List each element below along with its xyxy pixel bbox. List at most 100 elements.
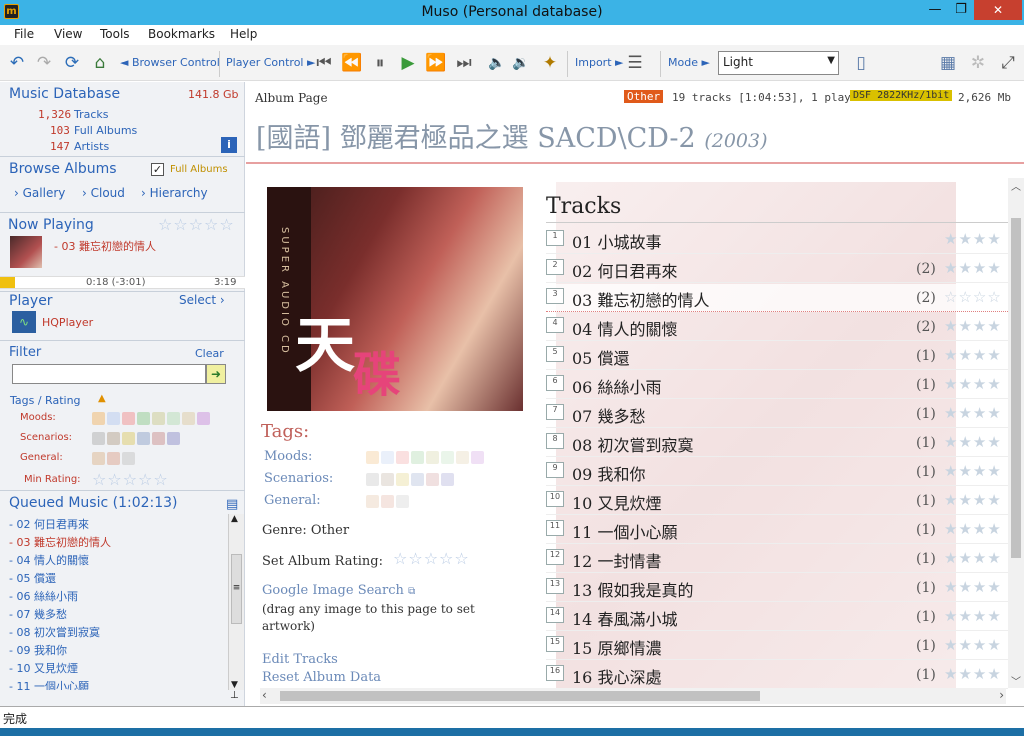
now-playing-thumbnail[interactable] <box>10 236 42 268</box>
track-row[interactable]: 9 09 我和你 (1) ★★★★ <box>546 458 1008 486</box>
track-row[interactable]: 13 13 假如我是真的 (1) ★★★★ <box>546 574 1008 602</box>
maximize-button[interactable]: ❐ <box>948 0 974 20</box>
queue-item[interactable]: - 02 何日君再來 <box>9 516 89 532</box>
album-general-icons[interactable] <box>366 495 411 511</box>
general-icons[interactable] <box>92 452 137 468</box>
track-row[interactable]: 15 15 原鄉情濃 (1) ★★★★ <box>546 632 1008 660</box>
hierarchy-link[interactable]: › Hierarchy <box>141 186 208 200</box>
track-number-box[interactable]: 4 <box>546 317 564 333</box>
thumbs-down-icon[interactable] <box>107 452 120 465</box>
track-number-box[interactable]: 2 <box>546 259 564 275</box>
track-title[interactable]: 07 幾多愁 <box>572 403 645 427</box>
queue-item[interactable]: - 10 又見炊煙 <box>9 660 78 676</box>
track-title[interactable]: 10 又見炊煙 <box>572 490 661 514</box>
device-icon[interactable]: ▯ <box>850 52 872 74</box>
track-number-box[interactable]: 10 <box>546 491 564 507</box>
queue-item[interactable]: - 03 難忘初戀的情人 <box>9 534 111 550</box>
scroll-up-icon[interactable]: ▲ <box>231 514 238 524</box>
gallery-link[interactable]: › Gallery <box>14 186 65 200</box>
browser-control-link[interactable]: ◄ Browser Control <box>120 56 220 69</box>
track-number-box[interactable]: 1 <box>546 230 564 246</box>
thumbs-up-icon[interactable] <box>366 495 379 508</box>
track-rating-stars[interactable]: ★★★★ <box>944 462 1002 480</box>
track-row[interactable]: 2 02 何日君再來 (2) ★★★★ <box>546 255 1008 283</box>
tracks-link[interactable]: Tracks <box>74 108 109 121</box>
track-number-box[interactable]: 15 <box>546 636 564 652</box>
track-rating-stars[interactable]: ★★★★ <box>944 665 1002 683</box>
horizontal-scrollbar[interactable]: ‹ › <box>260 688 1006 704</box>
track-rating-stars[interactable]: ★★★★ <box>944 317 1002 335</box>
refresh-icon[interactable]: ⟳ <box>61 52 83 74</box>
track-number-box[interactable]: 13 <box>546 578 564 594</box>
track-title[interactable]: 01 小城故事 <box>572 229 661 253</box>
track-title[interactable]: 05 償還 <box>572 345 629 369</box>
mood-tag-icon[interactable] <box>122 412 135 425</box>
track-rating-stars[interactable]: ★★★★ <box>944 491 1002 509</box>
full-albums-checkbox[interactable]: ✓ <box>151 163 164 176</box>
menu-bookmarks[interactable]: Bookmarks <box>148 27 215 41</box>
scroll-thumb[interactable]: ≡ <box>231 554 242 624</box>
mood-tag-icon[interactable] <box>441 451 454 464</box>
artists-link[interactable]: Artists <box>74 140 109 153</box>
track-number-box[interactable]: 7 <box>546 404 564 420</box>
track-row[interactable]: 12 12 一封情書 (1) ★★★★ <box>546 545 1008 573</box>
track-rating-stars[interactable]: ★★★★ <box>944 404 1002 422</box>
min-rating-stars[interactable]: ☆☆☆☆☆ <box>92 470 169 489</box>
album-moods-icons[interactable] <box>366 451 486 467</box>
scenario-tag-icon[interactable] <box>426 473 439 486</box>
horizontal-scroll-thumb[interactable] <box>280 691 760 701</box>
track-rating-stars[interactable]: ★★★★ <box>944 433 1002 451</box>
track-row[interactable]: 4 04 情人的關懷 (2) ★★★★ <box>546 313 1008 341</box>
vertical-scrollbar[interactable]: ︿ ﹀ <box>1008 178 1024 688</box>
collapse-up-icon[interactable]: ▲ <box>98 393 106 404</box>
mood-tag-icon[interactable] <box>107 412 120 425</box>
album-artwork[interactable]: SUPER AUDIO CD 天 碟 <box>267 187 523 411</box>
thumbs-down-icon[interactable] <box>381 495 394 508</box>
album-rating-stars[interactable]: ☆☆☆☆☆ <box>393 549 470 568</box>
track-title[interactable]: 09 我和你 <box>572 461 645 485</box>
scenario-tag-icon[interactable] <box>137 432 150 445</box>
minimize-button[interactable]: — <box>922 0 948 20</box>
player-select-link[interactable]: Select › <box>179 293 225 307</box>
full-albums-link[interactable]: Full Albums <box>74 124 137 137</box>
scenario-tag-icon[interactable] <box>411 473 424 486</box>
track-number-box[interactable]: 16 <box>546 665 564 681</box>
rewind-icon[interactable]: ⏪ <box>341 52 363 74</box>
track-title[interactable]: 12 一封情書 <box>572 548 661 572</box>
scroll-down-icon[interactable]: ﹀ <box>1011 673 1021 688</box>
track-rating-stars[interactable]: ★★★★ <box>944 636 1002 654</box>
mood-tag-icon[interactable] <box>197 412 210 425</box>
track-rating-stars[interactable]: ★★★★ <box>944 375 1002 393</box>
mood-tag-icon[interactable] <box>92 412 105 425</box>
scroll-right-icon[interactable]: › <box>999 688 1004 702</box>
magic-wand-icon[interactable]: ✦ <box>539 52 561 74</box>
play-icon[interactable]: ▶ <box>397 52 419 74</box>
track-number-box[interactable]: 9 <box>546 462 564 478</box>
scenario-tag-icon[interactable] <box>167 432 180 445</box>
progress-bar[interactable]: 0:18 (-3:01) 3:19 <box>0 276 245 289</box>
mood-tag-icon[interactable] <box>167 412 180 425</box>
track-title[interactable]: 02 何日君再來 <box>572 258 677 282</box>
volume-down-icon[interactable]: 🔈 <box>486 52 508 74</box>
track-row[interactable]: 6 06 絲絲小雨 (1) ★★★★ <box>546 371 1008 399</box>
scenario-tag-icon[interactable] <box>122 432 135 445</box>
now-playing-track[interactable]: - 03 難忘初戀的情人 <box>54 238 156 254</box>
track-title[interactable]: 13 假如我是真的 <box>572 577 693 601</box>
track-row[interactable]: 3 03 難忘初戀的情人 (2) ☆☆☆☆ <box>546 284 1008 312</box>
album-scenarios-icons[interactable] <box>366 473 456 489</box>
track-row[interactable]: 14 14 春風滿小城 (1) ★★★★ <box>546 603 1008 631</box>
track-row[interactable]: 10 10 又見炊煙 (1) ★★★★ <box>546 487 1008 515</box>
home-icon[interactable]: ⌂ <box>89 52 111 74</box>
queue-item[interactable]: - 11 一個小心願 <box>9 678 89 690</box>
filter-clear-link[interactable]: Clear <box>195 347 224 360</box>
track-rating-stars[interactable]: ★★★★ <box>944 230 1002 248</box>
queue-item[interactable]: - 08 初次嘗到寂寞 <box>9 624 100 640</box>
mood-tag-icon[interactable] <box>396 451 409 464</box>
track-title[interactable]: 06 絲絲小雨 <box>572 374 661 398</box>
edit-tracks-link[interactable]: Edit Tracks <box>262 652 338 667</box>
mode-select[interactable]: Light ▼ <box>718 51 839 75</box>
track-rating-stars[interactable]: ★★★★ <box>944 607 1002 625</box>
track-number-box[interactable]: 14 <box>546 607 564 623</box>
track-number-box[interactable]: 5 <box>546 346 564 362</box>
volume-up-icon[interactable]: 🔉 <box>510 52 532 74</box>
